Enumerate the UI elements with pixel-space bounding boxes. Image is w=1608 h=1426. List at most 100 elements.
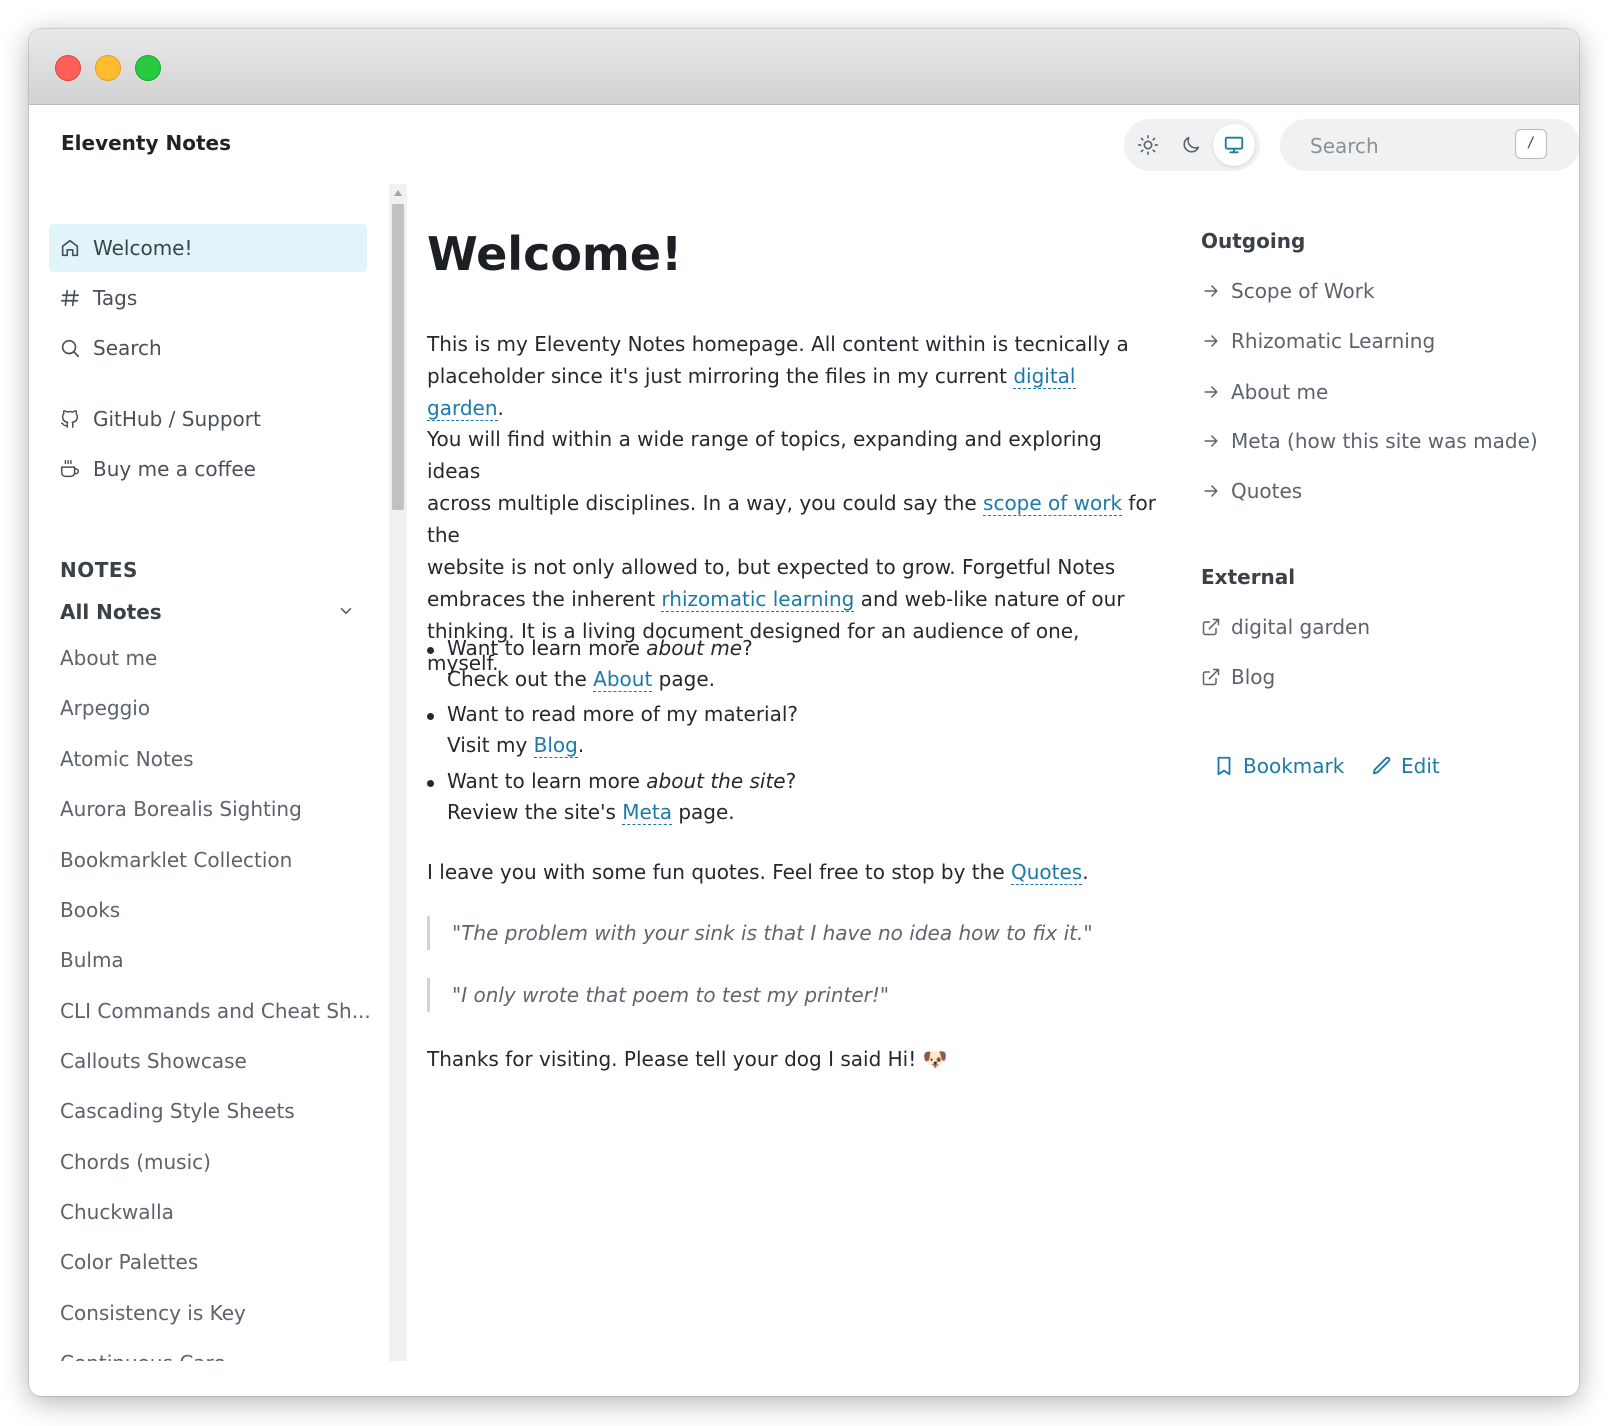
list-item: Want to read more of my material? [447,698,798,730]
text: Visit my [447,733,534,757]
dark-theme-button[interactable] [1170,124,1212,166]
rhizomatic-learning-link[interactable]: rhizomatic learning [661,587,855,612]
theme-switcher [1124,119,1260,171]
blog-link[interactable]: Blog [533,733,578,758]
text: Want to read more of my material? [447,702,799,726]
bullet-marker [427,713,434,720]
closing-paragraph: Thanks for visiting. Please tell your do… [427,1047,948,1071]
window-titlebar [29,29,1579,105]
edit-button[interactable]: Edit [1371,754,1440,778]
sidebar-item-coffee[interactable]: Buy me a coffee [49,445,367,493]
note-link[interactable]: Arpeggio [60,696,150,720]
note-link[interactable]: CLI Commands and Cheat Sh... [60,999,371,1023]
notes-section-label: NOTES [60,558,138,582]
note-link[interactable]: Bookmarklet Collection [60,848,292,872]
search-shortcut-key: / [1515,129,1547,159]
text: Check out the [447,667,594,691]
list-item-continuation: Visit my Blog. [447,729,584,761]
note-link[interactable]: Atomic Notes [60,747,194,771]
minimize-window-button[interactable] [95,55,121,81]
outgoing-link[interactable]: Meta (how this site was made) [1201,429,1538,453]
about-link[interactable]: About [593,667,653,692]
search-placeholder: Search [1310,134,1379,158]
text: You will find within a wide range of top… [427,427,1102,483]
outgoing-link[interactable]: Quotes [1201,479,1302,503]
light-theme-button[interactable] [1127,124,1169,166]
external-link[interactable]: digital garden [1201,615,1370,639]
outgoing-heading: Outgoing [1201,229,1306,253]
text: across multiple disciplines. In a way, y… [427,491,984,515]
arrow-right-icon [1201,382,1221,402]
note-link[interactable]: Chuckwalla [60,1200,174,1224]
scope-of-work-link[interactable]: scope of work [983,491,1123,516]
text: Review the site's [447,800,623,824]
text: . [577,733,585,757]
external-link-icon [1201,667,1221,687]
edit-label: Edit [1401,754,1440,778]
arrow-right-icon [1201,431,1221,451]
app-title[interactable]: Eleventy Notes [61,131,231,155]
note-link[interactable]: Continuous Care [60,1351,226,1361]
intro-paragraph: This is my Eleventy Notes homepage. All … [427,328,1157,424]
link-label: Meta (how this site was made) [1231,429,1538,453]
coffee-icon [59,458,81,480]
quotes-link[interactable]: Quotes [1010,860,1083,885]
maximize-window-button[interactable] [135,55,161,81]
moon-icon [1183,136,1200,153]
arrow-right-icon [1201,331,1221,351]
text: placeholder since it's just mirroring th… [427,364,1014,388]
text: page. [652,667,715,691]
chevron-down-icon[interactable] [337,602,355,620]
bookmark-label: Bookmark [1243,754,1345,778]
external-link[interactable]: Blog [1201,665,1275,689]
note-link[interactable]: Color Palettes [60,1250,198,1274]
note-link[interactable]: Cascading Style Sheets [60,1099,295,1123]
search-input[interactable]: Search / [1280,119,1579,171]
hash-icon [59,287,81,309]
meta-link[interactable]: Meta [622,800,672,825]
text: . [1082,860,1089,884]
list-item: Want to learn more about me? [447,632,753,664]
outgoing-link[interactable]: Scope of Work [1201,279,1375,303]
link-label: Blog [1231,665,1276,689]
sidebar: Welcome! Tags Search GitHub / Support Bu… [29,184,389,1361]
emphasis: about me [646,636,743,660]
sidebar-item-welcome[interactable]: Welcome! [49,224,367,272]
pencil-icon [1371,755,1393,777]
system-theme-button[interactable] [1213,124,1255,166]
github-icon [59,408,81,430]
sidebar-scrollbar[interactable] [389,184,407,1361]
note-link[interactable]: Books [60,898,120,922]
close-window-button[interactable] [55,55,81,81]
note-link[interactable]: Bulma [60,948,124,972]
scroll-up-arrow[interactable] [394,190,402,196]
note-link[interactable]: Aurora Borealis Sighting [60,797,302,821]
outgoing-link[interactable]: About me [1201,380,1328,404]
text: ? [785,769,797,793]
scroll-thumb[interactable] [392,204,404,510]
page-title: Welcome! [427,227,683,281]
note-link[interactable]: Chords (music) [60,1150,211,1174]
text: embraces the inherent [427,587,662,611]
sidebar-item-github[interactable]: GitHub / Support [49,395,367,443]
quotes-paragraph: I leave you with some fun quotes. Feel f… [427,856,1157,888]
sidebar-item-search[interactable]: Search [49,324,367,372]
all-notes-group-label[interactable]: All Notes [60,600,162,624]
text: This is my Eleventy Notes homepage. All … [427,332,1129,356]
link-label: Scope of Work [1231,279,1375,303]
sidebar-item-label: GitHub / Support [93,407,261,431]
list-item-continuation: Check out the About page. [447,663,715,695]
arrow-right-icon [1201,281,1221,301]
sidebar-item-tags[interactable]: Tags [49,274,367,322]
bookmark-button[interactable]: Bookmark [1213,754,1344,778]
bullet-marker [427,780,434,787]
note-link[interactable]: Consistency is Key [60,1301,246,1325]
note-link[interactable]: Callouts Showcase [60,1049,247,1073]
browser-window: Eleventy Notes Search / Welcome! Tags Se… [29,29,1579,1396]
external-link-icon [1201,617,1221,637]
outgoing-link[interactable]: Rhizomatic Learning [1201,329,1435,353]
bookmark-icon [1213,755,1235,777]
note-link[interactable]: About me [60,646,157,670]
sidebar-item-label: Search [93,336,162,360]
text: website is not only allowed to, but expe… [427,555,1116,579]
